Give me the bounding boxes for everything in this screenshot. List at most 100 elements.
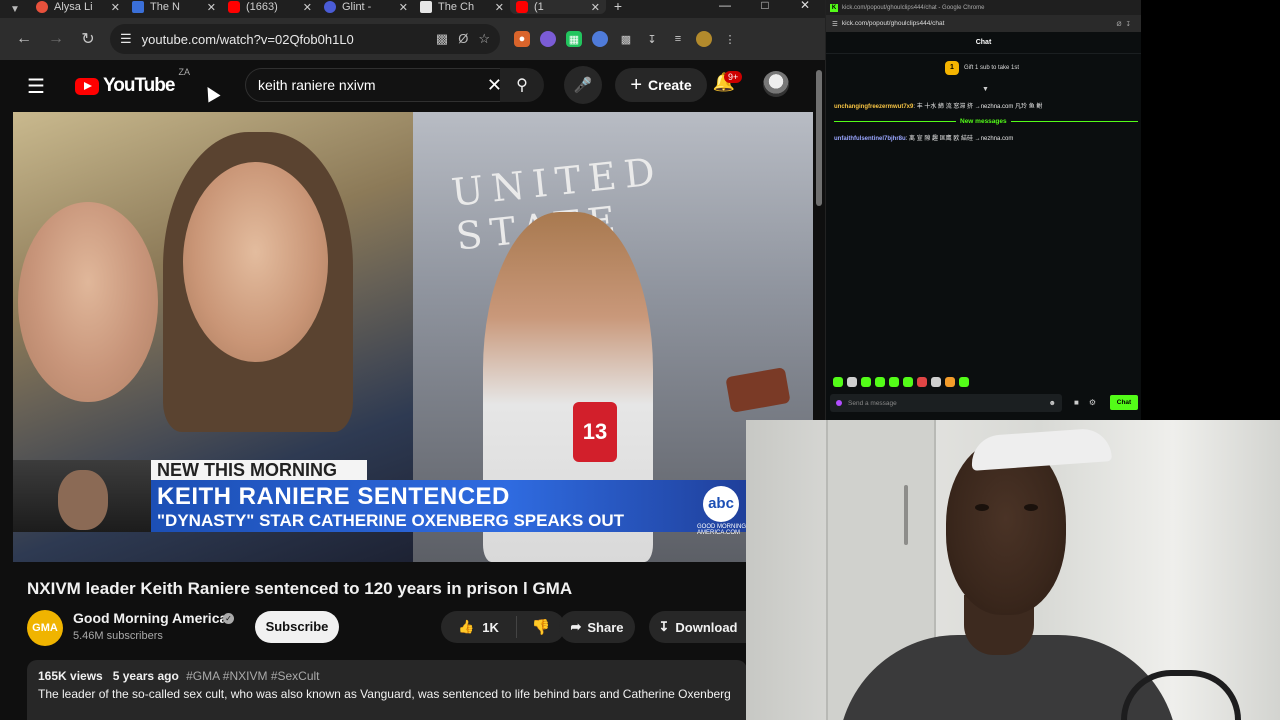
tab-title: The N: [150, 1, 180, 13]
hashtags[interactable]: #GMA #NXIVM #SexCult: [186, 669, 319, 683]
description-box[interactable]: 165K views 5 years ago #GMA #NXIVM #SexC…: [27, 660, 747, 720]
webcam-person-eye: [975, 504, 989, 511]
lower-third-photo: [13, 460, 151, 532]
download-label: Download: [675, 619, 738, 635]
tab-title: Alysa Li: [54, 1, 93, 13]
emote-icon[interactable]: [889, 377, 899, 387]
lower-third-face: [58, 470, 108, 530]
browser-tab[interactable]: (1663) ✕: [222, 0, 318, 14]
address-bar[interactable]: ☰ youtube.com/watch?v=02Qfob0h1L0 ▩ Ø ☆: [110, 24, 500, 54]
fox-extension-icon[interactable]: ●: [514, 31, 530, 47]
chat-input-placeholder[interactable]: Send a message: [848, 400, 897, 407]
scrollbar-thumb[interactable]: [816, 70, 822, 206]
profile-avatar-icon[interactable]: [696, 31, 712, 47]
like-count: 1K: [482, 619, 499, 635]
quick-emotes-row: [833, 377, 969, 387]
browser-tab[interactable]: The N ✕: [126, 0, 222, 14]
site-info-icon[interactable]: ☰: [832, 20, 838, 28]
puzzle-extensions-icon[interactable]: ▩: [618, 31, 634, 47]
account-avatar[interactable]: [763, 71, 789, 97]
eye-off-icon[interactable]: Ø: [458, 31, 468, 47]
forward-arrow-icon[interactable]: →: [40, 23, 72, 55]
tab-search-icon[interactable]: ▼: [0, 0, 30, 18]
like-button[interactable]: 👍 1K: [441, 616, 517, 638]
close-tab-icon[interactable]: ✕: [207, 1, 216, 14]
browser-tab-active[interactable]: (1 ✕: [510, 0, 606, 14]
youtube-favicon-icon: [228, 1, 240, 13]
close-tab-icon[interactable]: ✕: [303, 1, 312, 14]
download-arrow-icon: ↧: [658, 619, 670, 634]
back-arrow-icon[interactable]: ←: [8, 23, 40, 55]
new-messages-divider: New messages: [834, 118, 1138, 125]
minimize-icon[interactable]: —: [705, 0, 745, 11]
search-input[interactable]: keith raniere nxivm ✕: [245, 68, 515, 102]
channel-avatar[interactable]: GMA: [27, 610, 63, 646]
close-tab-icon[interactable]: ✕: [111, 1, 120, 14]
webcam-person-eye: [1024, 504, 1038, 511]
browser-tab[interactable]: Glint - ✕: [318, 0, 414, 14]
emote-icon[interactable]: [847, 377, 857, 387]
gift-sub-banner[interactable]: 1 Gift 1 sub to take 1st: [945, 61, 1019, 75]
new-tab-icon[interactable]: +: [606, 0, 630, 13]
voice-search-button[interactable]: 🎤: [564, 66, 602, 104]
close-window-icon[interactable]: ✕: [785, 0, 825, 11]
emote-icon[interactable]: [917, 377, 927, 387]
browser-toolbar: ← → ↻ ☰ youtube.com/watch?v=02Qfob0h1L0 …: [0, 18, 825, 60]
channel-name[interactable]: Good Morning America: [73, 610, 227, 626]
grid-extension-icon[interactable]: ▦: [566, 31, 582, 47]
menu-icon[interactable]: ☰: [27, 74, 67, 99]
dislike-button[interactable]: 👎: [517, 618, 565, 636]
emote-icon[interactable]: [833, 377, 843, 387]
emote-icon[interactable]: [945, 377, 955, 387]
download-icon[interactable]: ↧: [644, 31, 660, 47]
browser-tabstrip: ▼ Alysa Li ✕ The N ✕ (1663) ✕ Glint - ✕ …: [0, 0, 825, 18]
search-button[interactable]: ⚲: [500, 68, 544, 102]
download-button[interactable]: ↧ Download: [649, 611, 747, 643]
emote-icon[interactable]: [903, 377, 913, 387]
cast-icon[interactable]: ▩: [436, 31, 448, 47]
close-tab-icon[interactable]: ✕: [495, 1, 504, 14]
create-button[interactable]: + Create: [615, 68, 707, 102]
reload-icon[interactable]: ↻: [72, 23, 104, 55]
description-meta: 165K views 5 years ago #GMA #NXIVM #SexC…: [38, 669, 320, 683]
url-text[interactable]: youtube.com/watch?v=02Qfob0h1L0: [142, 32, 354, 47]
description-text: The leader of the so-called sex cult, wh…: [38, 687, 731, 701]
verified-check-icon: ✓: [223, 613, 234, 624]
chat-message: unchangingfreezermwut7x9: 丰 十水 締 流 窓滞 挤 …: [834, 101, 1134, 110]
tune-icon[interactable]: ☰: [120, 31, 132, 47]
close-tab-icon[interactable]: ✕: [399, 1, 408, 14]
chat-url[interactable]: kick.com/popout/ghoulclips444/chat: [842, 20, 945, 27]
emoji-picker-icon[interactable]: ☻: [1049, 400, 1056, 407]
browser-tab[interactable]: The Ch ✕: [414, 0, 510, 14]
emote-icon[interactable]: [931, 377, 941, 387]
chat-url-bar[interactable]: ☰ kick.com/popout/ghoulclips444/chat Ø↧: [826, 15, 1141, 32]
pinned-expand-icon[interactable]: ▼: [982, 86, 989, 93]
star-icon[interactable]: ☆: [478, 31, 490, 47]
chat-username[interactable]: unfaithfulsentinel7bjhr8u: [834, 136, 906, 142]
cloud-extension-icon[interactable]: [540, 31, 556, 47]
emote-icon[interactable]: [875, 377, 885, 387]
kebab-menu-icon[interactable]: ⋮: [722, 31, 738, 47]
gift-shop-icon[interactable]: ■: [1074, 398, 1079, 407]
chat-message-text: : 离 宣 隙 趣 匡鹰 欧 結硅 →nezhna.com: [905, 136, 1014, 142]
emote-icon[interactable]: [861, 377, 871, 387]
tab-title: (1: [534, 1, 544, 13]
chat-window-title: kick.com/popout/ghoulclips444/chat - Goo…: [842, 4, 985, 11]
reading-list-icon[interactable]: ≡: [670, 31, 686, 47]
maximize-icon[interactable]: □: [745, 0, 785, 11]
emote-icon[interactable]: [959, 377, 969, 387]
video-player[interactable]: UNITED STATE 13 NEW THIS MORNING KEITH R…: [13, 112, 813, 562]
webcam-headband: [969, 427, 1113, 471]
browser-tab[interactable]: Alysa Li ✕: [30, 0, 126, 14]
youtube-logo[interactable]: YouTube ZA: [75, 67, 190, 97]
region-code: ZA: [178, 67, 190, 77]
close-tab-icon[interactable]: ✕: [591, 1, 600, 14]
search-value[interactable]: keith raniere nxivm: [258, 77, 376, 93]
globe-extension-icon[interactable]: [592, 31, 608, 47]
chat-username[interactable]: unchangingfreezermwut7x9: [834, 104, 913, 110]
subscribe-button[interactable]: Subscribe: [255, 611, 339, 643]
send-chat-button[interactable]: Chat: [1110, 395, 1138, 410]
chat-message-input[interactable]: Send a message ☻: [830, 394, 1062, 412]
settings-gear-icon[interactable]: ⚙: [1089, 398, 1096, 407]
share-button[interactable]: ➦ Share: [559, 611, 635, 643]
